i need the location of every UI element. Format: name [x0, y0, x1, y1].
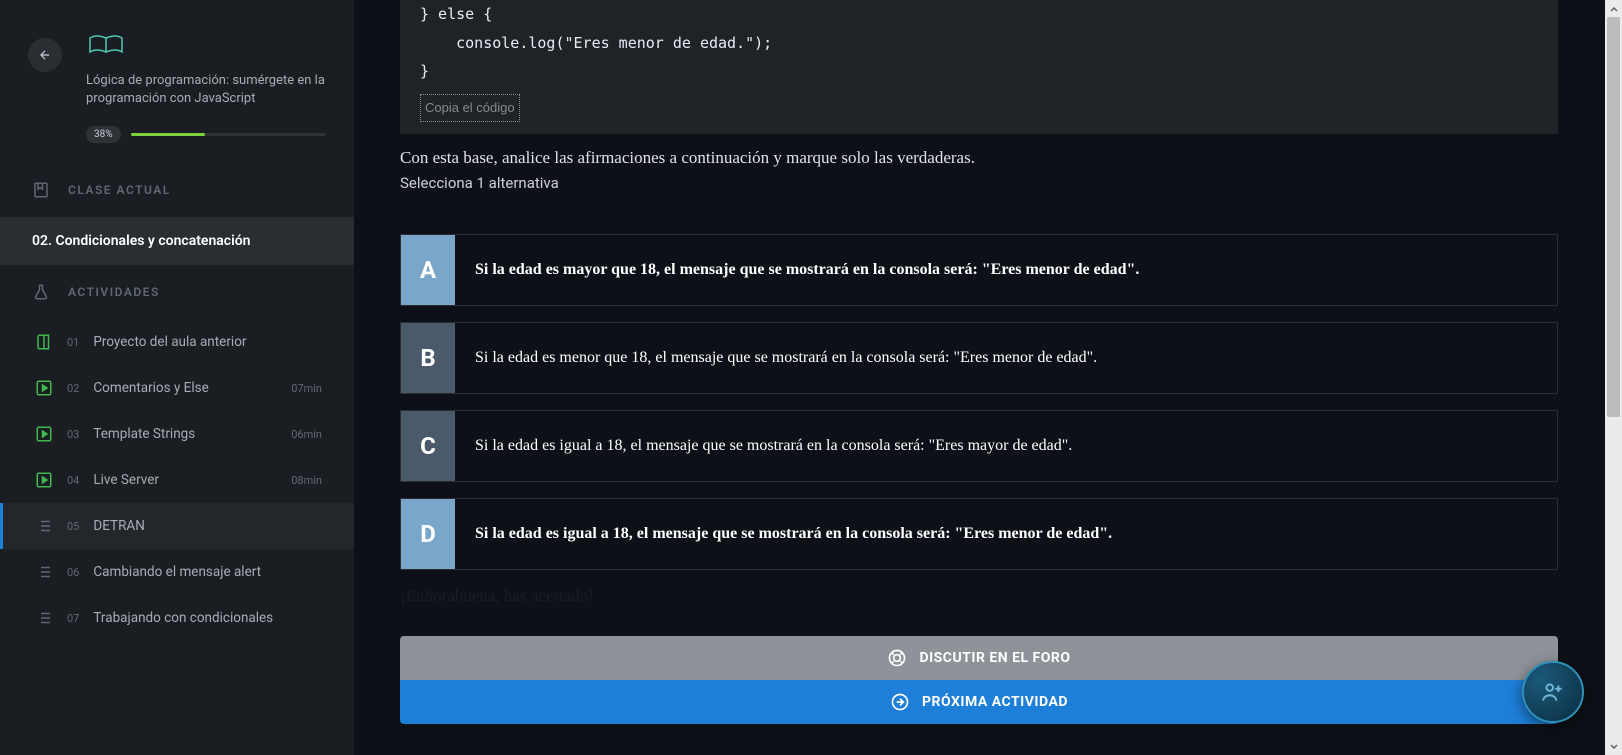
list-icon — [35, 563, 53, 581]
activity-item[interactable]: 02 Comentarios y Else 07min — [0, 365, 354, 411]
option-text: Si la edad es menor que 18, el mensaje q… — [455, 323, 1557, 393]
activity-item[interactable]: 03 Template Strings 06min — [0, 411, 354, 457]
instruction-text: Con esta base, analice las afirmaciones … — [400, 148, 1558, 168]
activity-time: 08min — [291, 474, 322, 487]
scroll-down-arrow[interactable] — [1605, 738, 1622, 755]
sidebar: Lógica de programación: sumérgete en la … — [0, 0, 354, 755]
option-letter: B — [401, 323, 455, 393]
activity-item[interactable]: 06 Cambiando el mensaje alert — [0, 549, 354, 595]
help-fab[interactable] — [1522, 661, 1584, 723]
bookmark-icon — [32, 181, 50, 199]
option-text: Si la edad es mayor que 18, el mensaje q… — [455, 235, 1557, 305]
section-activities-label: ACTIVIDADES — [0, 265, 354, 319]
answer-option[interactable]: CSi la edad es igual a 18, el mensaje qu… — [400, 410, 1558, 482]
scroll-up-arrow[interactable] — [1605, 0, 1622, 17]
activity-label: Comentarios y Else — [93, 380, 277, 396]
section-class-label: CLASE ACTUAL — [0, 163, 354, 217]
main-content: } else { console.log("Eres menor de edad… — [354, 0, 1622, 755]
activity-item[interactable]: 01 Proyecto del aula anterior — [0, 319, 354, 365]
course-info: Lógica de programación: sumérgete en la … — [86, 30, 326, 108]
option-letter: C — [401, 411, 455, 481]
code-block: } else { console.log("Eres menor de edad… — [400, 0, 1558, 134]
help-person-icon — [1540, 679, 1566, 705]
play-icon — [35, 379, 53, 397]
option-letter: D — [401, 499, 455, 569]
activity-item[interactable]: 04 Live Server 08min — [0, 457, 354, 503]
action-buttons: DISCUTIR EN EL FORO PRÓXIMA ACTIVIDAD — [400, 636, 1558, 724]
activity-number: 04 — [67, 474, 79, 487]
play-icon — [35, 471, 53, 489]
arrow-left-icon — [38, 48, 52, 62]
answer-option[interactable]: DSi la edad es igual a 18, el mensaje qu… — [400, 498, 1558, 570]
activity-label: Template Strings — [93, 426, 277, 442]
play-icon — [35, 425, 53, 443]
option-letter: A — [401, 235, 455, 305]
list-icon — [35, 609, 53, 627]
activity-number: 01 — [67, 336, 79, 349]
sidebar-header: Lógica de programación: sumérgete en la … — [0, 0, 354, 163]
option-text: Si la edad es igual a 18, el mensaje que… — [455, 411, 1557, 481]
chevron-up-icon — [1609, 4, 1619, 14]
back-button[interactable] — [28, 38, 62, 72]
activity-number: 07 — [67, 612, 79, 625]
scrollbar-thumb[interactable] — [1607, 17, 1620, 417]
lifebuoy-icon — [887, 648, 907, 668]
activity-label: Cambiando el mensaje alert — [93, 564, 322, 580]
option-text: Si la edad es igual a 18, el mensaje que… — [455, 499, 1557, 569]
activity-label: DETRAN — [93, 518, 322, 534]
arrow-right-circle-icon — [890, 692, 910, 712]
progress-fill — [131, 133, 205, 136]
progress-row: 38% — [28, 126, 326, 143]
scrollbar[interactable] — [1605, 0, 1622, 755]
select-hint: Selecciona 1 alternativa — [400, 174, 1558, 192]
activity-number: 02 — [67, 382, 79, 395]
flask-icon — [32, 283, 50, 301]
activity-label: Proyecto del aula anterior — [93, 334, 322, 350]
activity-label: Trabajando con condicionales — [93, 610, 322, 626]
activity-number: 06 — [67, 566, 79, 579]
book-icon — [35, 333, 53, 351]
copy-code-button[interactable]: Copia el código — [420, 94, 520, 123]
course-title: Lógica de programación: sumérgete en la … — [86, 72, 326, 108]
answer-option[interactable]: ASi la edad es mayor que 18, el mensaje … — [400, 234, 1558, 306]
activity-item[interactable]: 07 Trabajando con condicionales — [0, 595, 354, 641]
options-list: ASi la edad es mayor que 18, el mensaje … — [400, 234, 1558, 570]
activity-time: 06min — [291, 428, 322, 441]
forum-button[interactable]: DISCUTIR EN EL FORO — [400, 636, 1558, 680]
progress-badge: 38% — [86, 126, 121, 143]
list-icon — [35, 517, 53, 535]
activity-time: 07min — [291, 382, 322, 395]
progress-bar — [131, 133, 326, 136]
feedback-text: ¡Enhorabuena, has acertado! — [400, 586, 1558, 606]
chevron-down-icon — [1609, 742, 1619, 752]
current-class[interactable]: 02. Condicionales y concatenación — [0, 217, 354, 265]
activity-label: Live Server — [93, 472, 277, 488]
next-activity-button[interactable]: PRÓXIMA ACTIVIDAD — [400, 680, 1558, 724]
course-book-icon — [86, 30, 126, 58]
activity-item[interactable]: 05 DETRAN — [0, 503, 354, 549]
answer-option[interactable]: BSi la edad es menor que 18, el mensaje … — [400, 322, 1558, 394]
activity-number: 03 — [67, 428, 79, 441]
activity-number: 05 — [67, 520, 79, 533]
